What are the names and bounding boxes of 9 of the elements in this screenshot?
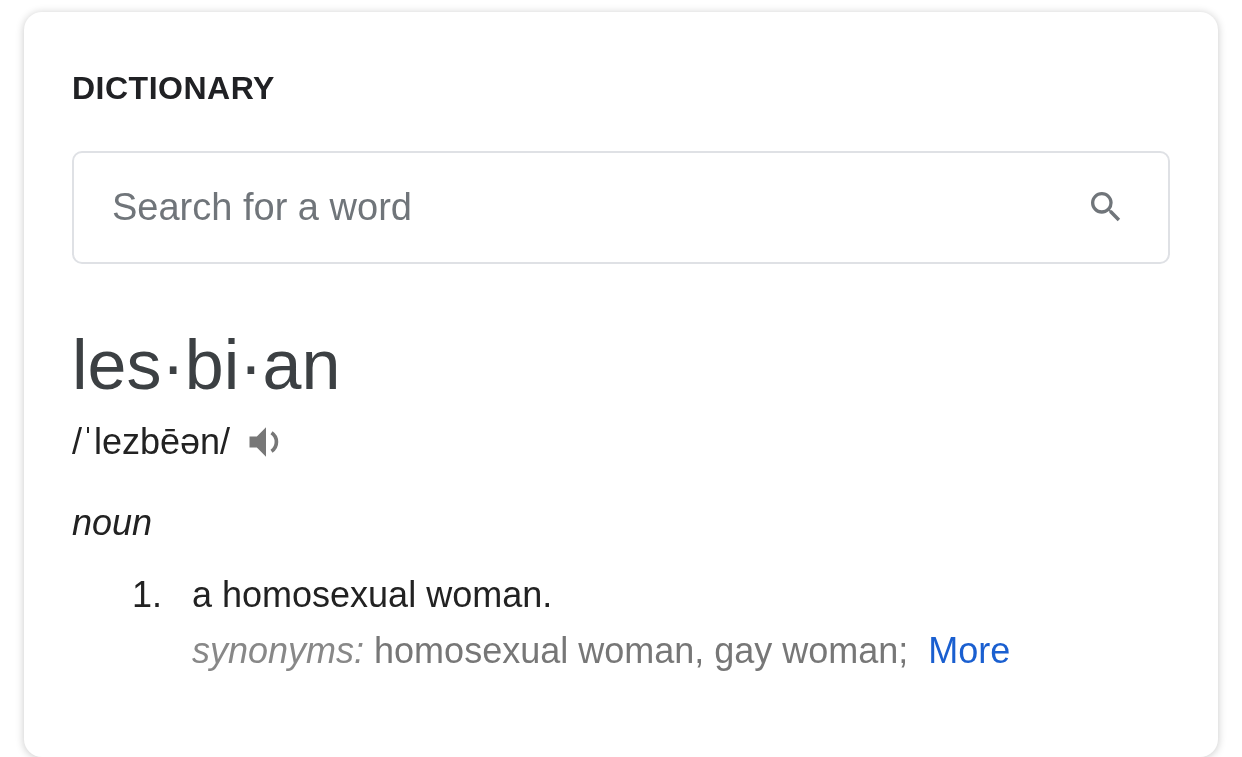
part-of-speech: noun: [72, 502, 153, 544]
synonyms-line: synonyms: homosexual woman, gay woman; More: [192, 630, 1011, 672]
sense-number: 1.: [132, 574, 164, 617]
search-field[interactable]: Search for a word: [72, 151, 1170, 264]
definition: a homosexual woman.: [192, 574, 553, 615]
headword: les·bi·an: [72, 330, 341, 400]
more-link[interactable]: More: [928, 630, 1011, 671]
card-title: DICTIONARY: [72, 70, 275, 107]
pronunciation: /ˈlezbēən/: [72, 421, 231, 463]
